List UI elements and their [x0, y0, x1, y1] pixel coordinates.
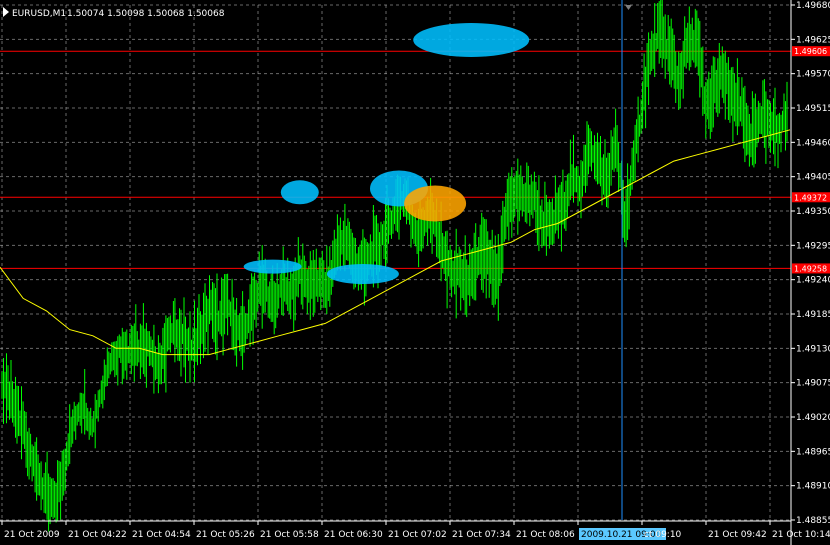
x-tick-label: 21 Oct 06:30 — [324, 530, 383, 540]
y-tick-label: 1.49020 — [796, 413, 830, 423]
highlight-ellipse — [326, 264, 399, 284]
x-tick-label: 21 Oct 04:54 — [132, 530, 191, 540]
x-tick-label: 21 Oct 05:58 — [260, 530, 319, 540]
x-tick-label: 21 Oct 09:42 — [708, 530, 767, 540]
x-tick-label: 21 Oct 05:26 — [196, 530, 255, 540]
y-tick-label: 1.49625 — [796, 35, 830, 45]
level-price-label: 1.49606 — [794, 47, 827, 56]
x-tick-label: 21 Oct 04:22 — [68, 530, 127, 540]
y-tick-label: 1.49075 — [796, 379, 830, 389]
price-chart[interactable]: 1.496061.493721.49258 2009.10.21 09:00 1… — [0, 0, 830, 545]
y-tick-label: 1.48965 — [796, 447, 830, 457]
x-tick-label: 21 Oct 07:02 — [388, 530, 447, 540]
y-tick-label: 1.48855 — [796, 516, 830, 526]
y-tick-label: 1.49515 — [796, 104, 830, 114]
highlight-ellipse — [243, 259, 302, 274]
level-price-label: 1.49372 — [794, 193, 827, 202]
y-tick-label: 1.49185 — [796, 310, 830, 320]
y-tick-label: 1.48910 — [796, 482, 830, 492]
y-tick-label: 1.49570 — [796, 70, 830, 80]
symbol-label: EURUSD,M1 — [12, 9, 66, 19]
x-tick-label: 21 Oct 08:06 — [516, 530, 575, 540]
highlight-ellipse — [413, 23, 530, 57]
y-tick-label: 1.49350 — [796, 207, 830, 217]
level-price-label: 1.49258 — [794, 264, 827, 273]
y-tick-label: 1.49240 — [796, 276, 830, 286]
x-tick-label: 21 Oct 2009 — [4, 530, 60, 540]
x-tick-label: 21 Oct 07:34 — [452, 530, 511, 540]
highlight-ellipse — [404, 185, 467, 222]
chart-window: 1.49606 1.49372 1.49258 2009.10.21 09:00 1… — [0, 0, 830, 545]
y-tick-label: 1.49295 — [796, 241, 830, 251]
y-tick-label: 1.49130 — [796, 344, 830, 354]
x-tick-label: 21 Oct 10:14 — [772, 530, 830, 540]
y-tick-label: 1.49680 — [796, 1, 830, 11]
x-tick-label: ct 09:10 — [644, 530, 682, 540]
chart-header: EURUSD,M1 1.50074 1.50098 1.50068 1.5006… — [3, 7, 225, 19]
y-tick-label: 1.49460 — [796, 138, 830, 148]
y-tick-label: 1.49405 — [796, 173, 830, 183]
highlight-ellipse — [280, 180, 319, 205]
ohlc-label: 1.50074 1.50098 1.50068 1.50068 — [67, 9, 225, 19]
